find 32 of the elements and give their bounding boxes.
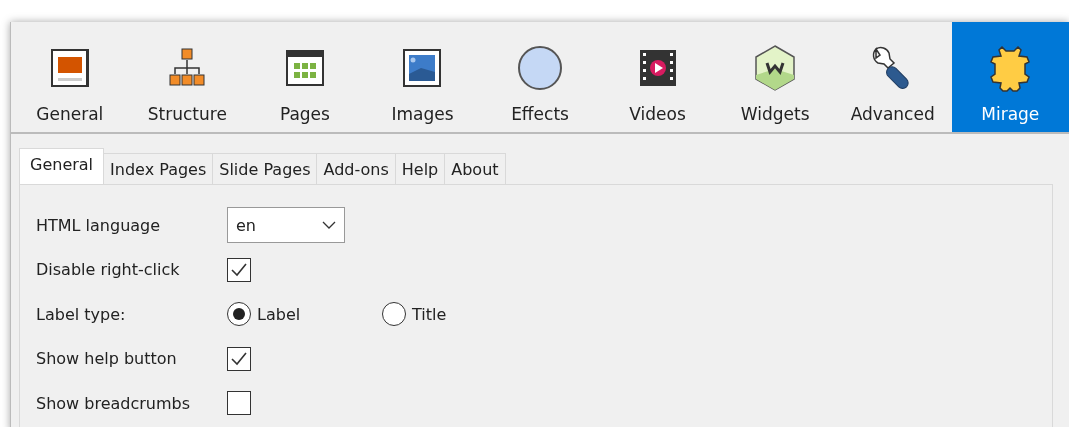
radio-option[interactable]: Title xyxy=(382,302,537,327)
setting-label: HTML language xyxy=(36,215,162,235)
film-icon xyxy=(637,48,678,88)
setting-label: Show breadcrumbs xyxy=(36,393,192,413)
toolbar-button[interactable]: Videos xyxy=(598,22,717,132)
hierarchy-icon xyxy=(167,48,208,88)
checkbox[interactable] xyxy=(227,346,251,371)
tab[interactable]: About xyxy=(444,153,506,184)
toolbar-button[interactable]: Widgets xyxy=(716,22,834,132)
toolbar-button[interactable]: General xyxy=(11,22,129,132)
chevron-icon xyxy=(322,221,336,230)
toolbar-button[interactable]: Images xyxy=(363,22,482,132)
setting-label: Label type: xyxy=(36,304,127,324)
checkbox[interactable] xyxy=(227,257,251,282)
toolbar-button[interactable]: Structure xyxy=(128,22,247,132)
toolbar-button[interactable]: Mirage xyxy=(951,22,1069,132)
tab[interactable]: General xyxy=(19,148,105,184)
radio-option[interactable]: Label xyxy=(227,302,382,327)
slide-icon xyxy=(49,48,90,88)
grid-icon xyxy=(284,48,325,88)
checkbox[interactable] xyxy=(227,391,251,416)
picture-icon xyxy=(402,48,443,88)
toolbar-button[interactable]: Pages xyxy=(246,22,364,132)
setting-label: Show help button xyxy=(36,349,178,369)
setting-label: Disable right-click xyxy=(36,260,181,280)
toolbar-button[interactable]: Effects xyxy=(481,22,599,132)
radio-button[interactable] xyxy=(227,302,251,327)
toolbar-button[interactable]: Advanced xyxy=(833,22,952,132)
radio-button[interactable] xyxy=(382,302,406,327)
language-dropdown[interactable]: en xyxy=(227,207,345,244)
circle-icon xyxy=(517,45,564,91)
hexagon-icon xyxy=(754,45,797,91)
